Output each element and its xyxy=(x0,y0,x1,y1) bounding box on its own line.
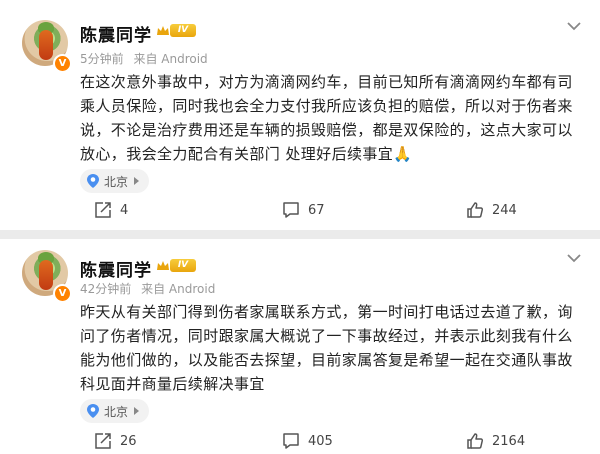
location-pin-icon xyxy=(87,404,99,418)
thumbs-up-icon xyxy=(467,433,484,449)
post-time[interactable]: 5分钟前 xyxy=(80,52,124,66)
comment-count: 405 xyxy=(308,433,333,449)
location-pin-icon xyxy=(87,174,99,188)
like-button[interactable]: 244 xyxy=(466,201,517,219)
post-time[interactable]: 42分钟前 xyxy=(80,282,131,296)
location-tag[interactable]: 北京 xyxy=(80,399,150,423)
crown-icon xyxy=(157,26,169,35)
post-text: 昨天从有关部门得到伤者家属联系方式，第一时间打电话过去道了歉，询问了伤者情况，同… xyxy=(80,303,573,393)
repost-icon xyxy=(95,433,111,449)
chevron-down-icon[interactable] xyxy=(566,20,582,32)
verified-v-icon: V xyxy=(53,54,72,73)
location-label: 北京 xyxy=(104,404,129,419)
like-button[interactable]: 2164 xyxy=(466,432,525,450)
username[interactable]: 陈震同学 xyxy=(80,21,152,46)
verified-v-icon: V xyxy=(53,284,72,303)
level-badge: IV xyxy=(170,24,196,37)
comment-icon xyxy=(283,433,299,449)
repost-count: 4 xyxy=(120,202,129,218)
chevron-right-icon xyxy=(134,177,140,185)
post-meta: 42分钟前 来自 Android xyxy=(80,280,221,297)
thumbs-up-icon xyxy=(467,202,484,218)
location-label: 北京 xyxy=(104,174,129,189)
comment-icon xyxy=(283,202,299,218)
comment-button[interactable]: 405 xyxy=(282,432,333,450)
post-card: V 陈震同学 IV 5分钟前 来自 Android 在这次意外事故中，对方为滴滴… xyxy=(0,0,600,230)
repost-icon xyxy=(95,202,111,218)
post-card: V 陈震同学 IV 42分钟前 来自 Android 昨天从有关部门得到伤者家属… xyxy=(0,239,600,454)
crown-icon xyxy=(157,261,169,270)
post-source: 来自 Android xyxy=(133,52,208,66)
comment-button[interactable]: 67 xyxy=(282,201,325,219)
level-badge: IV xyxy=(170,259,196,272)
chevron-down-icon[interactable] xyxy=(566,252,582,264)
repost-count: 26 xyxy=(120,433,137,449)
repost-button[interactable]: 26 xyxy=(94,432,137,450)
location-tag[interactable]: 北京 xyxy=(80,169,150,193)
chevron-right-icon xyxy=(134,407,140,415)
post-source: 来自 Android xyxy=(141,282,216,296)
post-text: 在这次意外事故中，对方为滴滴网约车，目前已知所有滴滴网约车都有司乘人员保险，同时… xyxy=(80,73,573,163)
username[interactable]: 陈震同学 xyxy=(80,256,152,281)
repost-button[interactable]: 4 xyxy=(94,201,128,219)
comment-count: 67 xyxy=(308,202,325,218)
like-count: 2164 xyxy=(492,433,526,449)
like-count: 244 xyxy=(492,202,517,218)
post-meta: 5分钟前 来自 Android xyxy=(80,50,214,67)
